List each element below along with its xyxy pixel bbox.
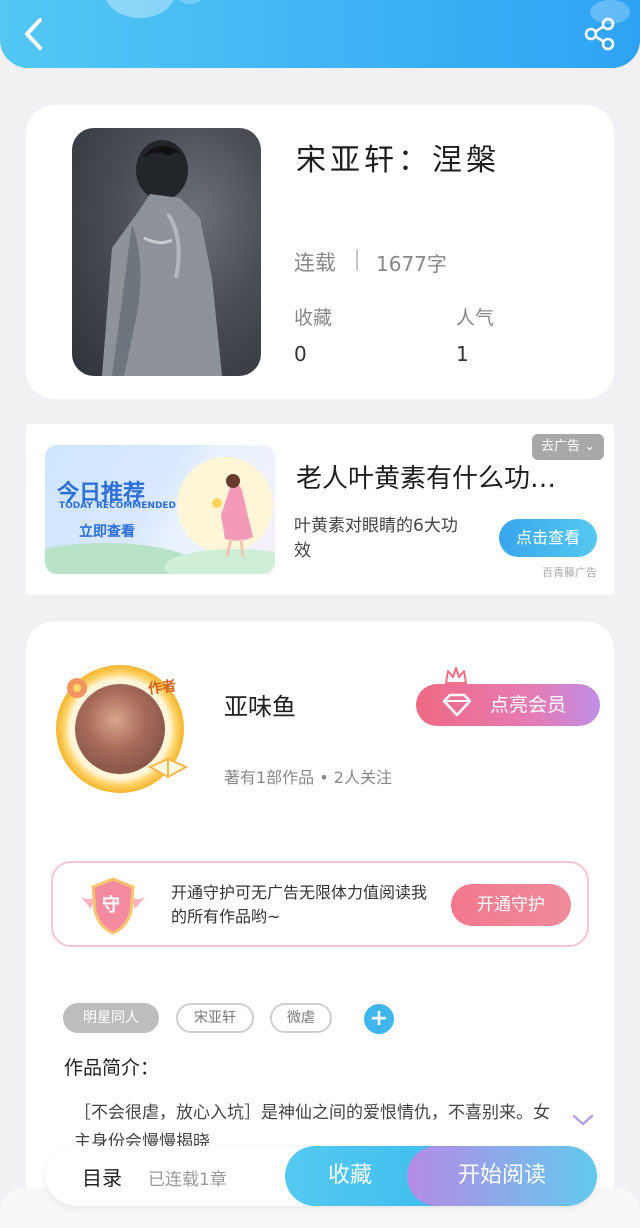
tag-item[interactable]: 微虐 xyxy=(270,1003,332,1033)
bottom-action-bar: 目录 已连载1章 收藏 开始阅读 xyxy=(46,1146,597,1206)
favorites-value: 0 xyxy=(294,342,307,366)
ad-description: 叶黄素对眼睛的6大功效 xyxy=(294,516,458,561)
divider xyxy=(356,249,358,271)
share-button[interactable] xyxy=(582,16,618,52)
author-card: 作者 亚味鱼 著有1部作品 • 2人关注 点亮会员 守 开通守护可无广告无限体力… xyxy=(26,621,614,1228)
plus-icon: + xyxy=(369,1006,389,1031)
guard-promo: 守 开通守护可无广告无限体力值阅读我的所有作品哟~ 开通守护 xyxy=(51,861,589,947)
flower-decoration-icon xyxy=(67,678,87,698)
ad-view-button[interactable]: 点击查看 xyxy=(499,519,597,557)
toc-status: 已连载1章 xyxy=(148,1170,227,1190)
remove-ad-label: 去广告 xyxy=(540,439,580,454)
favorites-label: 收藏 xyxy=(294,307,333,329)
popularity-value: 1 xyxy=(456,342,469,366)
word-count: 1677字 xyxy=(376,252,447,276)
ad-title: 老人叶黄素有什么功… xyxy=(296,464,557,494)
ad-banner-cta: 立即查看 xyxy=(79,524,135,540)
tag-item[interactable]: 宋亚轩 xyxy=(176,1003,254,1033)
book-status: 连载 xyxy=(294,251,336,275)
ad-source: 百青藤广告 xyxy=(542,566,597,579)
back-button[interactable] xyxy=(18,14,52,54)
guard-button[interactable]: 开通守护 xyxy=(451,884,571,926)
cover-figure-image xyxy=(102,140,222,376)
intro-heading: 作品简介： xyxy=(64,1057,160,1079)
vip-button-label: 点亮会员 xyxy=(490,694,567,716)
header-decoration xyxy=(105,0,175,18)
tag-item[interactable]: 明星同人 xyxy=(63,1003,159,1033)
ad-banner-image[interactable]: 今日推荐 TODAY RECOMMENDED 立即查看 xyxy=(45,445,275,574)
chevron-down-icon: ⌄ xyxy=(584,439,596,454)
author-avatar[interactable]: 作者 xyxy=(52,659,192,799)
chevron-left-icon xyxy=(25,18,42,50)
vip-button[interactable]: 点亮会员 xyxy=(416,684,600,726)
popularity-label: 人气 xyxy=(456,307,495,329)
toc-button[interactable]: 目录 xyxy=(82,1162,122,1191)
remove-ad-button[interactable]: 去广告 ⌄ xyxy=(532,434,604,460)
add-tag-button[interactable]: + xyxy=(364,1004,394,1034)
book-decoration-icon xyxy=(148,757,188,779)
ad-card[interactable]: 今日推荐 TODAY RECOMMENDED 立即查看 去广告 ⌄ 老人叶黄素有… xyxy=(26,424,614,595)
crown-icon xyxy=(445,667,467,684)
author-meta: 著有1部作品 • 2人关注 xyxy=(224,768,392,787)
guard-shield-label: 守 xyxy=(102,895,120,916)
top-header xyxy=(0,0,640,68)
author-badge: 作者 xyxy=(147,678,178,698)
ad-banner-subtitle: TODAY RECOMMENDED xyxy=(59,501,177,511)
author-name: 亚味鱼 xyxy=(224,693,296,721)
chevron-down-icon[interactable] xyxy=(572,1113,594,1127)
diamond-icon xyxy=(442,693,472,717)
intro-text: ［不会很虐，放心入坑］是神仙之间的爱恨情仇，不喜别来。女主身份会慢慢揭晓 xyxy=(74,1103,550,1149)
start-reading-button[interactable]: 开始阅读 xyxy=(407,1146,597,1206)
header-decoration xyxy=(175,0,205,4)
share-icon xyxy=(584,17,615,51)
book-title: 宋亚轩：涅槃 xyxy=(296,143,500,178)
book-info-card: 宋亚轩：涅槃 连载 1677字 收藏 0 人气 1 xyxy=(26,105,614,399)
guard-text: 开通守护可无广告无限体力值阅读我的所有作品哟~ xyxy=(171,883,428,926)
book-cover[interactable] xyxy=(72,128,261,376)
